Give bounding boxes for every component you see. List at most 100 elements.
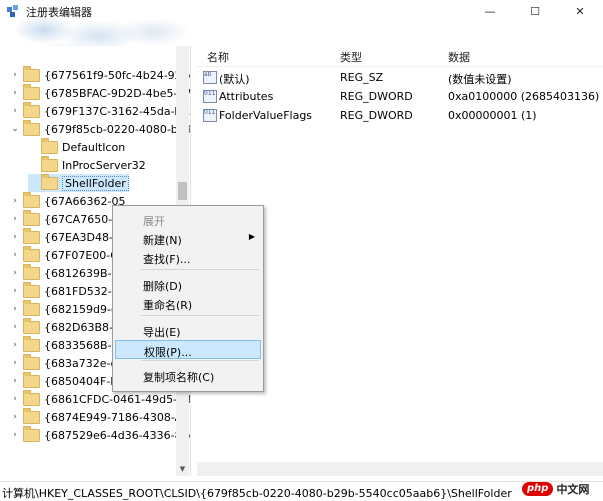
menu-item-copy-key-name[interactable]: 复制项名称(C) <box>115 366 261 385</box>
tree-item-label: {687529e6-4d36-4336-88e <box>44 428 190 442</box>
tree-item-label: DefaultIcon <box>62 140 126 154</box>
chevron-right-icon[interactable]: › <box>10 232 20 242</box>
chevron-right-icon[interactable]: › <box>10 394 20 404</box>
scroll-down-icon[interactable]: ▼ <box>177 465 188 474</box>
chevron-right-icon[interactable]: › <box>10 340 20 350</box>
close-icon: ✕ <box>575 4 585 18</box>
menu-item-export[interactable]: 导出(E) <box>115 321 261 340</box>
chevron-right-icon[interactable]: › <box>10 412 20 422</box>
chevron-right-icon[interactable]: › <box>10 250 20 260</box>
tree-item[interactable]: › {67EA3D48-83 <box>10 227 127 246</box>
tree-item[interactable]: › {682D63B8-16 <box>10 317 127 336</box>
tree-item-label: {6861CFDC-0461-49d5-A8 <box>44 392 190 406</box>
tree-item-label: {679F137C-3162-45da-BE3 <box>44 104 190 118</box>
chevron-right-icon[interactable]: › <box>10 88 20 98</box>
folder-icon <box>23 83 40 100</box>
column-header-name[interactable]: 名称 <box>207 49 229 65</box>
tree-item-label: {679f85cb-0220-4080-b29 <box>44 122 190 136</box>
folder-icon <box>23 245 40 262</box>
menu-separator <box>141 315 259 316</box>
folder-icon <box>23 371 40 388</box>
value-name: FolderValueFlags <box>219 109 313 122</box>
menu-separator <box>141 360 259 361</box>
tree-item-selected[interactable]: ShellFolder <box>28 173 129 192</box>
close-button[interactable]: ✕ <box>560 0 600 22</box>
tree-item[interactable]: › {681FD532-7E <box>10 281 126 300</box>
chevron-right-icon[interactable]: › <box>10 376 20 386</box>
tree-item[interactable]: › {679F137C-3162-45da-BE3 <box>10 101 190 120</box>
menu-item-label: 重命名(R) <box>143 299 193 312</box>
folder-icon <box>23 119 40 136</box>
folder-icon <box>41 173 58 190</box>
column-headers: 名称 类型 数据 <box>197 46 603 67</box>
tree-item[interactable]: › {6812639B-FD <box>10 263 126 282</box>
chevron-right-icon[interactable]: › <box>10 214 20 224</box>
tree-item[interactable]: › {6861CFDC-0461-49d5-A8 <box>10 389 190 408</box>
menu-item-label: 复制项名称(C) <box>143 371 215 384</box>
menu-item-label: 新建(N) <box>143 234 182 247</box>
chevron-right-icon[interactable]: › <box>10 196 20 206</box>
menu-separator <box>141 269 259 270</box>
chevron-right-icon[interactable]: › <box>10 106 20 116</box>
menu-item-rename[interactable]: 重命名(R) <box>115 294 261 313</box>
registry-editor-window: 注册表编辑器 — ☐ ✕ › {677561f9-50fc-4b24-921c ›{… <box>0 0 603 500</box>
chevron-down-icon[interactable]: ⌄ <box>10 124 20 134</box>
window-title: 注册表编辑器 <box>26 6 92 19</box>
tree-item[interactable]: › {687529e6-4d36-4336-88e <box>10 425 190 444</box>
folder-icon <box>41 155 58 172</box>
column-header-type[interactable]: 类型 <box>340 49 362 65</box>
menu-item-expand: 展开 <box>115 210 261 229</box>
tree-item[interactable]: ⌄ {679f85cb-0220-4080-b29 <box>10 119 190 138</box>
value-row[interactable]: ab (默认) REG_SZ (数值未设置) <box>197 68 603 87</box>
chevron-right-icon[interactable]: › <box>10 70 20 80</box>
tree-item[interactable]: DefaultIcon <box>28 137 126 156</box>
folder-icon <box>23 191 40 208</box>
tree-item[interactable]: › {682159d9-c3 <box>10 299 124 318</box>
maximize-button[interactable]: ☐ <box>515 0 555 22</box>
chevron-right-icon[interactable]: › <box>10 430 20 440</box>
value-row[interactable]: 011 FolderValueFlags REG_DWORD 0x00000001 (… <box>197 106 603 125</box>
chevron-right-icon[interactable]: › <box>10 322 20 332</box>
folder-icon <box>23 353 40 370</box>
column-header-data[interactable]: 数据 <box>448 49 470 65</box>
menu-item-permissions[interactable]: 权限(P)... <box>115 340 261 359</box>
folder-icon <box>23 299 40 316</box>
folder-icon <box>23 389 40 406</box>
menu-item-label: 权限(P)... <box>144 346 192 359</box>
chevron-right-icon[interactable]: › <box>10 268 20 278</box>
menu-item-label: 展开 <box>143 215 165 228</box>
menu-item-delete[interactable]: 删除(D) <box>115 275 261 294</box>
folder-icon <box>23 335 40 352</box>
menu-item-label: 导出(E) <box>143 326 181 339</box>
registry-app-icon <box>7 5 18 17</box>
status-bar: 计算机\HKEY_CLASSES_ROOT\CLSID\{679f85cb-02… <box>0 481 603 500</box>
string-value-icon: ab <box>203 71 217 84</box>
tree-item[interactable]: › {677561f9-50fc-4b24-921c <box>10 65 190 84</box>
tree-item[interactable]: › {683a732e-ee <box>10 353 124 372</box>
menu-item-find[interactable]: 查找(F)... <box>115 248 261 267</box>
value-type: REG_DWORD <box>340 90 413 103</box>
folder-icon <box>23 263 40 280</box>
tree-item[interactable]: › {6785BFAC-9D2D-4be5-B7 <box>10 83 190 102</box>
tree-item[interactable]: › {67CA7650-96 <box>10 209 126 228</box>
menu-item-new[interactable]: 新建(N) ▶ <box>115 229 261 248</box>
tree-item-label: InProcServer32 <box>62 158 146 172</box>
folder-icon <box>23 317 40 334</box>
tree-item[interactable]: InProcServer32 <box>28 155 146 174</box>
list-horizontal-scrollbar[interactable] <box>197 462 603 476</box>
tree-item[interactable]: › {67F07E00-CC <box>10 245 126 264</box>
chevron-right-icon[interactable]: › <box>10 286 20 296</box>
folder-icon <box>23 425 40 442</box>
menu-item-label: 查找(F)... <box>143 253 191 266</box>
tree-item[interactable]: › {6874E949-7186-4308-A1E <box>10 407 190 426</box>
tree-scroll-thumb[interactable] <box>178 182 187 200</box>
tree-item[interactable]: › {6833568B-54 <box>10 335 126 354</box>
minimize-button[interactable]: — <box>470 0 510 22</box>
tree-item[interactable]: › {67A66362-05 <box>10 191 125 210</box>
chevron-right-icon[interactable]: › <box>10 358 20 368</box>
binary-value-icon: 011 <box>203 109 217 122</box>
title-bar: 注册表编辑器 — ☐ ✕ <box>0 0 603 62</box>
value-row[interactable]: 011 Attributes REG_DWORD 0xa0100000 (268540… <box>197 87 603 106</box>
folder-icon <box>23 281 40 298</box>
chevron-right-icon[interactable]: › <box>10 304 20 314</box>
